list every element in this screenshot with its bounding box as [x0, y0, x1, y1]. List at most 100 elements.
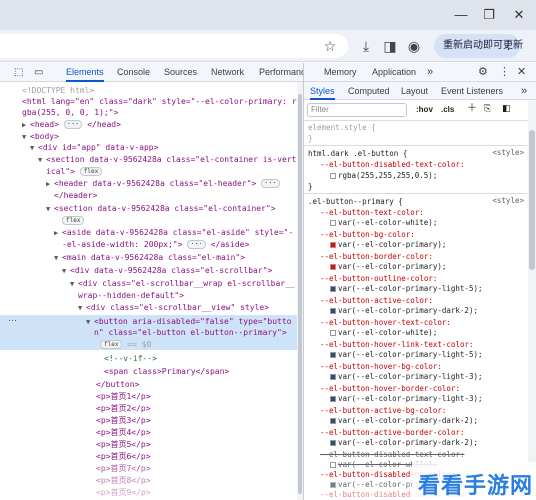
dom-node[interactable]: <!DOCTYPE html>	[22, 85, 94, 96]
dom-node[interactable]: <!--v-if-->	[104, 353, 157, 364]
tab-computed[interactable]: Computed	[348, 82, 390, 100]
tab-elements[interactable]: Elements	[66, 63, 104, 82]
styles-scrollbar[interactable]	[528, 100, 536, 500]
color-swatch[interactable]	[330, 396, 336, 402]
color-swatch[interactable]	[330, 264, 336, 270]
dom-node[interactable]: </button>	[96, 379, 139, 390]
css-value[interactable]: var(--el-color-primary-light-5);	[330, 349, 483, 360]
color-swatch[interactable]	[330, 220, 336, 226]
settings-icon[interactable]: ⚙	[478, 63, 488, 82]
cls-toggle[interactable]: .cls	[441, 104, 454, 115]
more-options-icon[interactable]: ⋮	[499, 63, 510, 82]
rule1-source-link[interactable]: <style>	[492, 148, 524, 157]
dom-node[interactable]: <p>首页4</p>	[96, 427, 151, 438]
css-value[interactable]: var(--el-color-primary-light-3);	[330, 371, 483, 382]
selected-dom-node[interactable]: flex == $0	[100, 339, 151, 350]
css-property[interactable]: --el-button-disabled-text-color:	[320, 159, 465, 170]
color-swatch[interactable]	[330, 418, 336, 424]
toggle-print-icon[interactable]: ⎘	[484, 103, 491, 114]
dom-node[interactable]: ▼ <body>	[22, 131, 59, 142]
rule2-source-link[interactable]: <style>	[492, 196, 524, 205]
address-bar[interactable]	[0, 34, 348, 58]
tab-network[interactable]: Network	[211, 63, 244, 82]
rule1-selector[interactable]: html.dark .el-button {	[308, 148, 407, 159]
update-button[interactable]: 重新启动即可更新 ⋮	[434, 34, 523, 58]
hov-toggle[interactable]: :hov	[416, 104, 433, 115]
download-icon[interactable]: ⤓	[356, 36, 376, 56]
css-value[interactable]: var(--el-color-primary-dark-2);	[330, 415, 478, 426]
rule2-selector[interactable]: .el-button--primary {	[308, 196, 403, 207]
dom-node[interactable]: <html lang="en" class="dark" style="--el…	[22, 96, 297, 107]
inspect-icon[interactable]: ⬚	[14, 63, 23, 82]
device-toggle-icon[interactable]: ▭	[34, 63, 43, 82]
dom-node[interactable]: ▼ <div data-v-9562428a class="el-scrollba…	[62, 265, 272, 276]
styles-more-icon[interactable]: »	[521, 82, 527, 100]
dom-node[interactable]: ▼ <main data-v-9562428a class="el-main">	[54, 252, 245, 263]
dom-node[interactable]: ▼ <div class="el-scrollbar__wrap el-scrol…	[70, 278, 295, 289]
tab-console[interactable]: Console	[117, 63, 150, 82]
close-devtools-icon[interactable]: ✕	[517, 63, 526, 82]
color-swatch[interactable]	[330, 440, 336, 446]
tab-sources[interactable]: Sources	[164, 63, 197, 82]
dom-node[interactable]: ▶ <header data-v-9562428a class="el-heade…	[46, 178, 280, 189]
color-swatch[interactable]	[330, 308, 336, 314]
dom-node[interactable]: flex	[62, 215, 85, 226]
dom-node[interactable]: -el-aside-width: 200px;"> ··· </aside>	[62, 239, 249, 250]
dom-node[interactable]: <p>首页2</p>	[96, 403, 151, 414]
dom-node[interactable]: <p>首页9</p>	[96, 487, 151, 498]
css-value[interactable]: var(--el-color-primary-light-3);	[330, 393, 483, 404]
dom-node[interactable]: ▼ <section data-v-9562428a class="el-cont…	[46, 203, 276, 214]
tab-application[interactable]: Application	[372, 63, 416, 82]
element-style-selector[interactable]: element.style {	[308, 122, 376, 133]
dom-node[interactable]: <p>首页8</p>	[96, 475, 151, 486]
color-swatch[interactable]	[330, 374, 336, 380]
css-value[interactable]: var(--el-color-white);	[330, 217, 437, 228]
restore-icon[interactable]: ❐	[478, 4, 500, 26]
css-value[interactable]: var(--el-color-primary-dark-2);	[330, 305, 478, 316]
elements-scrollbar-thumb[interactable]	[298, 94, 302, 494]
more-icon[interactable]: ⋮	[503, 34, 514, 58]
color-swatch[interactable]	[330, 330, 336, 336]
styles-scrollbar-thumb[interactable]	[529, 130, 535, 270]
dom-node[interactable]: ▶ <aside data-v-9562428a class="el-aside"…	[54, 227, 293, 238]
dom-node[interactable]: gba(255, 0, 0, 1);">	[22, 107, 118, 118]
dom-node[interactable]: <p>首页6</p>	[96, 451, 151, 462]
styles-filter-input[interactable]: Filter	[307, 103, 407, 117]
css-value[interactable]: var(--el-color-primary-light-5);	[330, 283, 483, 294]
more-tabs-icon[interactable]: »	[427, 63, 433, 82]
css-value[interactable]: var(--el-color-primary);	[330, 239, 446, 250]
dom-node[interactable]: </header>	[54, 190, 97, 201]
selected-dom-node[interactable]: ▼ <button aria-disabled="false" type="but…	[86, 316, 291, 327]
toggle-sidebar-icon[interactable]: ◧	[502, 103, 511, 114]
dom-node[interactable]: wrap--hidden-default">	[78, 290, 184, 301]
close-window-icon[interactable]: ✕	[508, 4, 530, 26]
css-value[interactable]: var(--el-color-white);	[330, 327, 437, 338]
tab-styles[interactable]: Styles	[310, 82, 335, 100]
minimize-icon[interactable]: —	[450, 4, 472, 26]
css-value[interactable]: var(--el-color-primary);	[330, 261, 446, 272]
dom-node[interactable]: ical"> flex	[46, 166, 103, 177]
bookmark-star-icon[interactable]: ☆	[320, 36, 340, 56]
dom-node[interactable]: <p>首页7</p>	[96, 463, 151, 474]
selected-dom-node[interactable]: n" class="el-button el-button--primary">	[94, 327, 287, 338]
dom-node[interactable]: ▼ <div class="el-scrollbar__view" style>	[78, 302, 269, 313]
node-actions-icon[interactable]: ···	[8, 315, 17, 325]
color-swatch[interactable]	[330, 352, 336, 358]
profile-icon[interactable]: ◉	[404, 36, 424, 56]
dom-node[interactable]: ▶ <head> ··· </head>	[22, 119, 121, 130]
tab-layout[interactable]: Layout	[401, 82, 428, 100]
dom-node[interactable]: ▼ <section data-v-9562428a class="el-cont…	[38, 154, 301, 165]
css-value[interactable]: rgba(255,255,255,0.5);	[330, 170, 437, 181]
tab-event-listeners[interactable]: Event Listeners	[441, 82, 503, 100]
side-panel-icon[interactable]: ◨	[380, 36, 400, 56]
color-swatch[interactable]	[330, 286, 336, 292]
dom-node[interactable]: <p>首页1</p>	[96, 391, 151, 402]
new-rule-icon[interactable]: ＋	[467, 103, 477, 114]
dom-node[interactable]: <p>首页5</p>	[96, 439, 151, 450]
dom-node[interactable]: <span class>Primary</span>	[104, 366, 229, 377]
tab-memory[interactable]: Memory	[324, 63, 357, 82]
color-swatch[interactable]	[330, 242, 336, 248]
css-value[interactable]: var(--el-color-primary-dark-2);	[330, 437, 478, 448]
dom-node[interactable]: <p>首页3</p>	[96, 415, 151, 426]
dom-node[interactable]: ▼ <div id="app" data-v-app>	[30, 142, 158, 153]
